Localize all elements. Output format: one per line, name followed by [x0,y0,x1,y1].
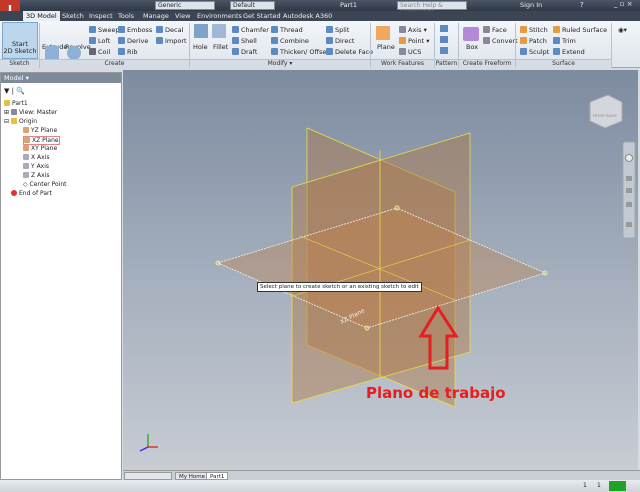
look-at-icon [626,222,632,227]
svg-text:FRONT RIGHT: FRONT RIGHT [593,114,618,118]
viewcube-icon: FRONT RIGHT [589,94,623,129]
tooltip: Select plane to create sketch or an exis… [257,282,422,292]
orbit-icon [626,202,632,207]
axis-triad-icon [139,434,158,452]
annotation-label: Plano de trabajo [366,384,506,402]
pan-icon [626,176,632,181]
document-tabs: My Home Part1 [123,470,640,480]
status-count-2: 1 [597,482,601,489]
tab-layout-buttons[interactable] [124,472,172,480]
status-indicator [609,481,626,491]
tab-part1[interactable]: Part1 [206,472,229,480]
status-bar: 1 1 [0,480,640,492]
zoom-icon [626,188,632,193]
origin-planes[interactable]: XZ Plane FRONT RIGHT [0,0,640,492]
status-count-1: 1 [583,482,587,489]
steering-wheel-icon [625,154,633,162]
tab-my-home[interactable]: My Home [175,472,209,480]
